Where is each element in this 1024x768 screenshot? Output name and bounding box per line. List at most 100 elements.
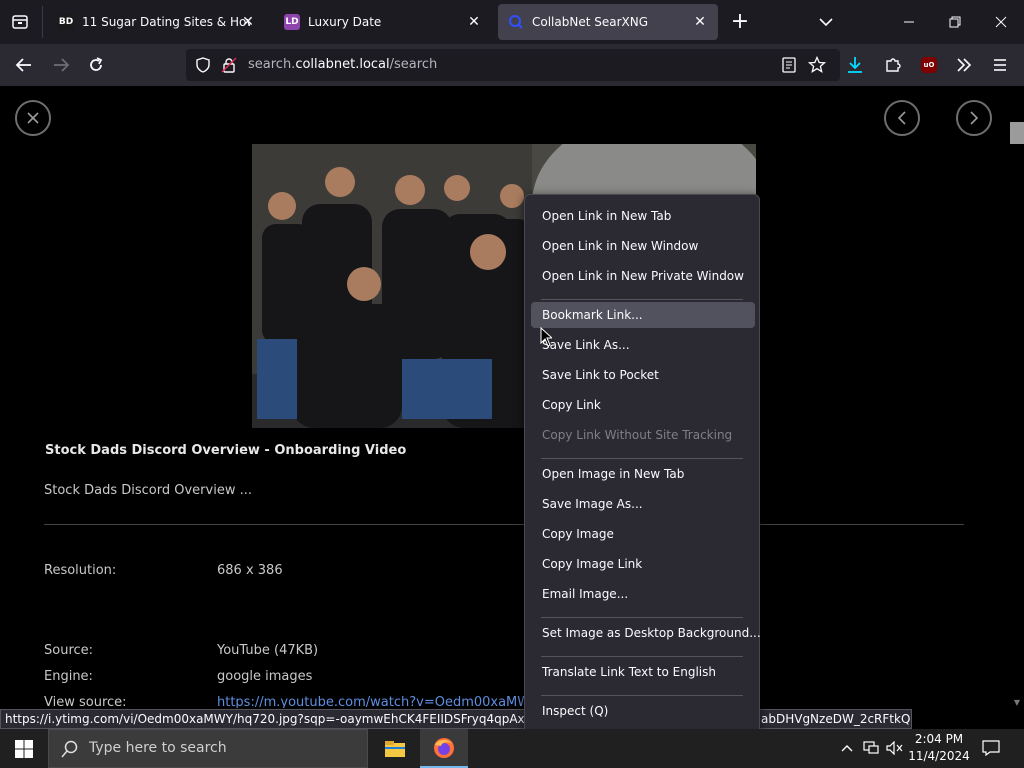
bookmark-star-icon[interactable] [804, 52, 830, 78]
menu-item-label: Inspect (Q) [542, 704, 609, 718]
taskbar-search-placeholder: Type here to search [89, 740, 227, 756]
site-favicon-icon: LD [284, 14, 300, 30]
status-bar: https://i.ytimg.com/vi/Oedm00xaMWY/hq720… [0, 709, 1024, 729]
menu-item-label: Open Image in New Tab [542, 467, 685, 481]
menu-item-copy-link-without-site-tracking: Copy Link Without Site Tracking [531, 422, 755, 448]
menu-item-save-link-as[interactable]: Save Link As... [531, 332, 755, 358]
system-clock[interactable]: 2:04 PM 11/4/2024 [908, 731, 970, 765]
view-source-label: View source: [44, 695, 127, 708]
menu-item-label: Set Image as Desktop Background... [542, 626, 761, 640]
engine-value: google images [217, 669, 313, 684]
tab-sugar-dating[interactable]: BD 11 Sugar Dating Sites & How to ✕ [48, 4, 266, 40]
ublock-origin-icon[interactable]: uO [916, 52, 942, 78]
menu-item-label: Copy Image Link [542, 557, 643, 571]
close-tab-icon[interactable]: ✕ [692, 14, 708, 30]
menu-item-open-image-in-new-tab[interactable]: Open Image in New Tab [531, 461, 755, 487]
previous-result-icon[interactable] [884, 100, 920, 136]
menu-item-open-link-in-new-private-window[interactable]: Open Link in New Private Window [531, 263, 755, 289]
search-icon [61, 740, 79, 762]
downloads-icon[interactable] [842, 52, 868, 78]
extensions-puzzle-icon[interactable] [880, 52, 906, 78]
menu-item-bookmark-link[interactable]: Bookmark Link... [531, 302, 755, 328]
back-icon[interactable] [11, 52, 37, 78]
reader-view-icon[interactable] [776, 52, 802, 78]
menu-item-label: Save Link As... [542, 338, 630, 352]
menu-item-label: Open Link in New Tab [542, 209, 672, 223]
menu-item-label: Save Image As... [542, 497, 643, 511]
menu-item-set-image-as-desktop-background[interactable]: Set Image as Desktop Background... [531, 620, 761, 646]
resolution-value: 686 x 386 [217, 563, 283, 578]
menu-item-save-link-to-pocket[interactable]: Save Link to Pocket [531, 362, 755, 388]
tab-title: CollabNet SearXNG [532, 15, 649, 29]
source-value: YouTube (47KB) [217, 643, 319, 658]
menu-item-open-link-in-new-window[interactable]: Open Link in New Window [531, 233, 755, 259]
menu-item-label: Save Link to Pocket [542, 368, 659, 382]
page-content: Stock Dads Discord Overview - Onboarding… [0, 86, 1024, 708]
menu-item-copy-link[interactable]: Copy Link [531, 392, 755, 418]
url-text[interactable]: search.collabnet.local/search [248, 57, 437, 72]
chevron-up-icon[interactable] [838, 739, 856, 757]
minimize-icon[interactable] [886, 0, 932, 44]
notifications-icon[interactable] [982, 739, 1000, 757]
address-bar[interactable]: search.collabnet.local/search [186, 49, 840, 81]
navigation-toolbar: search.collabnet.local/search uO [0, 44, 1024, 86]
scroll-down-icon[interactable]: ▼ [1010, 698, 1024, 708]
reload-icon[interactable] [83, 52, 109, 78]
menu-separator [541, 656, 743, 657]
link-preview-text: https://i.ytimg.com/vi/Oedm00xaMWY/hq720… [0, 709, 530, 729]
tab-manager-icon[interactable] [8, 10, 32, 34]
tab-luxury-date[interactable]: LD Luxury Date ✕ [274, 4, 492, 40]
file-explorer-icon[interactable] [371, 729, 419, 768]
close-tab-icon[interactable]: ✕ [240, 14, 256, 30]
restore-icon[interactable] [932, 0, 978, 44]
network-icon[interactable] [862, 739, 880, 757]
menu-separator [541, 695, 743, 696]
list-all-tabs-icon[interactable] [814, 10, 838, 34]
forward-icon [48, 52, 74, 78]
site-favicon-icon: BD [58, 14, 74, 30]
menu-item-label: Open Link in New Window [542, 239, 699, 253]
source-label: Source: [44, 643, 94, 658]
searxng-favicon-icon [508, 14, 524, 30]
menu-item-save-image-as[interactable]: Save Image As... [531, 491, 755, 517]
menu-separator [541, 617, 743, 618]
close-detail-icon[interactable] [15, 100, 51, 136]
overflow-menu-icon[interactable] [951, 52, 977, 78]
menu-item-label: Copy Image [542, 527, 614, 541]
menu-item-copy-image[interactable]: Copy Image [531, 521, 755, 547]
firefox-taskbar-icon[interactable] [420, 729, 468, 768]
engine-label: Engine: [44, 669, 93, 684]
close-window-icon[interactable] [978, 0, 1024, 44]
menu-item-email-image[interactable]: Email Image... [531, 581, 755, 607]
tab-collabnet-searxng[interactable]: CollabNet SearXNG ✕ [498, 4, 718, 40]
windows-start-icon[interactable] [0, 729, 48, 768]
windows-taskbar: Type here to search 2:04 PM 11/4/2024 [0, 729, 1024, 768]
shield-icon[interactable] [190, 52, 216, 78]
view-source-link[interactable]: https://m.youtube.com/watch?v=Oedm00xaMW… [217, 695, 538, 708]
page-scrollbar[interactable]: ▼ [1006, 86, 1024, 708]
tab-bar: BD 11 Sugar Dating Sites & How to ✕ LD L… [0, 0, 1024, 44]
menu-item-copy-image-link[interactable]: Copy Image Link [531, 551, 755, 577]
menu-item-label: Copy Link [542, 398, 601, 412]
next-result-icon[interactable] [956, 100, 992, 136]
menu-item-label: Bookmark Link... [542, 308, 643, 322]
hamburger-menu-icon[interactable] [987, 52, 1013, 78]
menu-item-translate-link-text-to-english[interactable]: Translate Link Text to English [531, 659, 755, 685]
scrollbar-thumb[interactable] [1010, 122, 1024, 144]
menu-item-label: Translate Link Text to English [542, 665, 716, 679]
close-tab-icon[interactable]: ✕ [466, 14, 482, 30]
taskbar-search-box[interactable]: Type here to search [48, 729, 368, 768]
menu-item-inspect-q[interactable]: Inspect (Q) [531, 698, 755, 724]
volume-muted-icon[interactable] [886, 739, 904, 757]
link-preview-text-tail: abDHVgNzeDW_2cRFtkQ6_g [756, 709, 912, 729]
tab-title: Luxury Date [308, 15, 382, 29]
menu-item-open-link-in-new-tab[interactable]: Open Link in New Tab [531, 203, 755, 229]
menu-item-label: Open Link in New Private Window [542, 269, 744, 283]
menu-separator [541, 458, 743, 459]
result-title: Stock Dads Discord Overview - Onboarding… [45, 443, 407, 458]
clock-date: 11/4/2024 [908, 749, 970, 763]
new-tab-icon[interactable]: + [728, 10, 752, 34]
context-menu: Open Link in New Tab Open Link in New Win… [524, 194, 761, 768]
lock-insecure-icon[interactable] [216, 52, 242, 78]
result-description: Stock Dads Discord Overview ... [44, 483, 252, 498]
